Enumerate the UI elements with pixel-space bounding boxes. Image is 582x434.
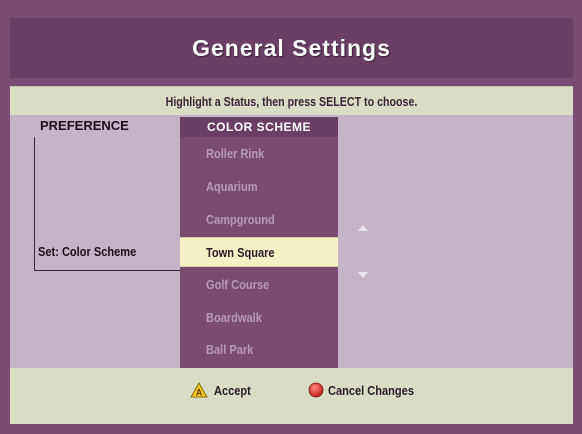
yellow-triangle-a-icon: A [190,382,208,398]
accept-label: Accept [214,382,251,398]
cancel-changes-label: Cancel Changes [328,382,414,398]
option-boardwalk[interactable]: Boardwalk [180,303,338,333]
footer-bar: A Accept Cancel Changes [10,368,573,424]
settings-screen: General Settings Highlight a Status, the… [0,0,582,434]
option-aquarium[interactable]: Aquarium [180,172,338,202]
header-row: PREFERENCE COLOR SCHEME [10,115,573,137]
option-roller-rink[interactable]: Roller Rink [180,139,338,169]
scroll-down-arrow-icon[interactable] [358,272,368,278]
option-campground[interactable]: Campground [180,205,338,235]
option-golf-course[interactable]: Golf Course [180,270,338,300]
scroll-up-arrow-icon[interactable] [358,225,368,231]
option-town-square[interactable]: Town Square [180,237,338,267]
red-circle-icon [308,382,324,398]
color-scheme-header: COLOR SCHEME [180,117,338,137]
settings-panel: PREFERENCE COLOR SCHEME Set: Color Schem… [10,115,573,368]
preference-header: PREFERENCE [40,118,129,133]
cancel-changes-button[interactable]: Cancel Changes [308,380,429,400]
svg-text:A: A [196,388,203,398]
instruction-bar: Highlight a Status, then press SELECT to… [10,86,573,116]
color-scheme-list[interactable]: Roller Rink Aquarium Campground Town Squ… [180,137,338,368]
instruction-text: Highlight a Status, then press SELECT to… [165,93,418,109]
setting-label: Set: Color Scheme [38,244,137,259]
option-ball-park[interactable]: Ball Park [180,335,338,365]
title-bar: General Settings [10,18,573,78]
accept-button[interactable]: A Accept [190,380,257,400]
page-title: General Settings [192,34,391,61]
